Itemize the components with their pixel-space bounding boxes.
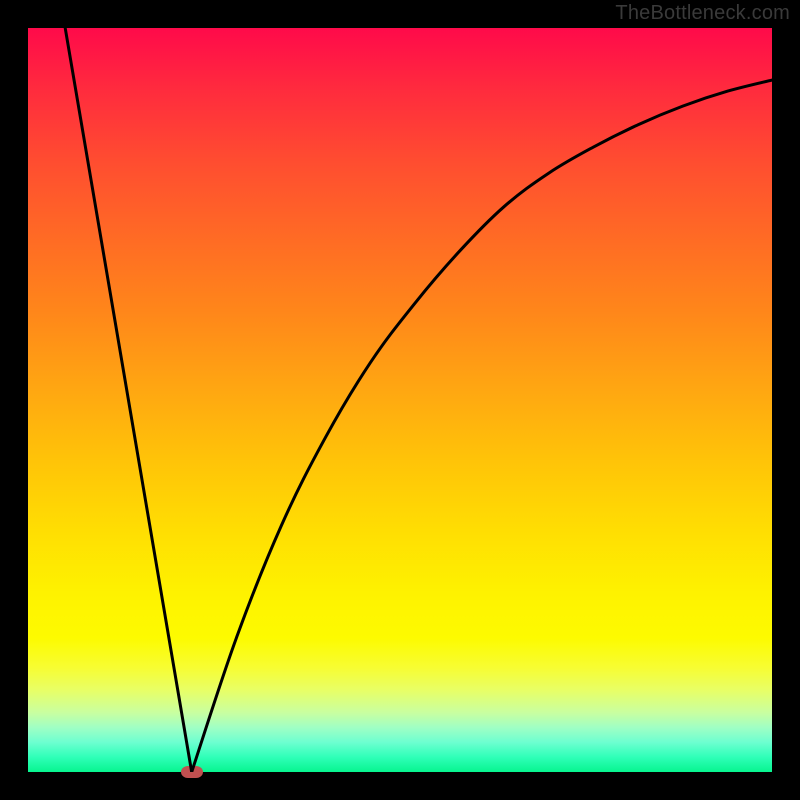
- curve-svg: [28, 28, 772, 772]
- watermark-label: TheBottleneck.com: [615, 2, 790, 25]
- left-branch-path: [65, 28, 191, 772]
- plot-area: [28, 28, 772, 772]
- chart-frame: TheBottleneck.com: [0, 0, 800, 800]
- right-branch-path: [192, 80, 772, 772]
